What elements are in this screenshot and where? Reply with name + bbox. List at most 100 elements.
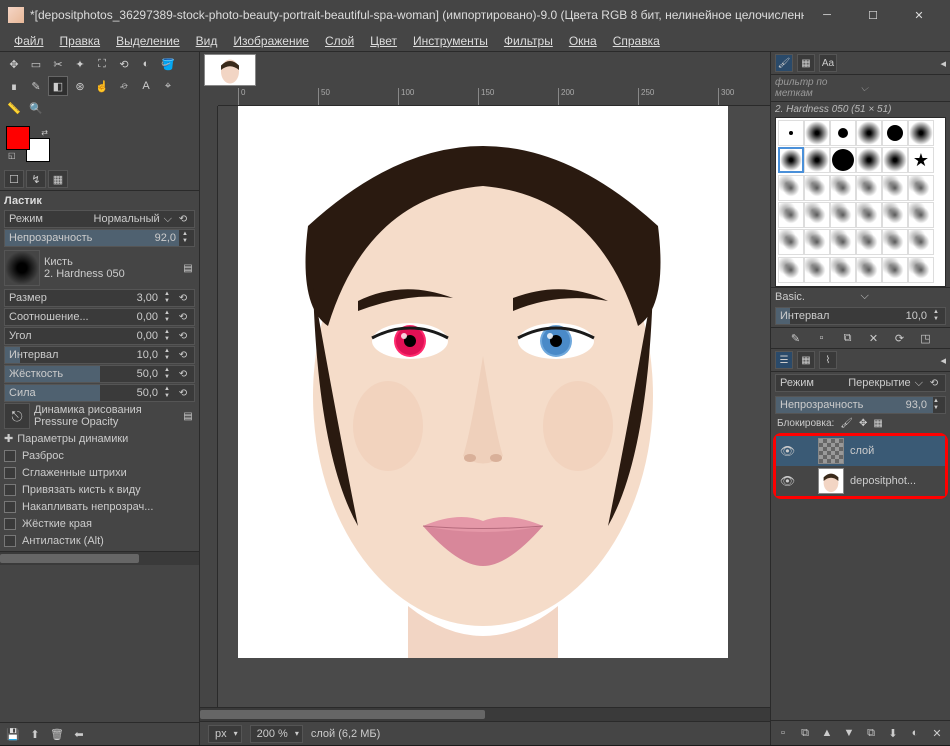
dynamics-icon[interactable]: ⎋ <box>4 403 30 429</box>
lock-alpha-icon[interactable]: ▦ <box>873 418 882 429</box>
opacity-slider[interactable]: Непрозрачность 92,0 ▲▼ <box>4 229 195 247</box>
brush-item[interactable] <box>856 147 882 173</box>
tool-fuzzy-select[interactable]: ✦ <box>70 54 90 74</box>
reset-icon[interactable]: ⟲ <box>176 214 190 225</box>
brush-item[interactable] <box>830 202 856 228</box>
tab-menu-icon[interactable]: ◂ <box>940 354 946 367</box>
spacing-slider[interactable]: Интервал 10,0 ▲▼ ⟲ <box>4 346 195 364</box>
tab-images[interactable]: ▦ <box>48 170 68 188</box>
hardness-reset-icon[interactable]: ⟲ <box>176 369 190 380</box>
brush-item-selected[interactable] <box>778 147 804 173</box>
hardness-spinner[interactable]: ▲▼ <box>162 367 172 381</box>
zoom-dropdown[interactable]: 200 % <box>250 725 303 743</box>
brush-grid[interactable] <box>775 117 946 287</box>
merge-layer-icon[interactable]: ⬇ <box>885 725 901 741</box>
menu-tools[interactable]: Инструменты <box>405 32 496 50</box>
preset-selector[interactable]: Basic. ⌵ <box>771 287 950 305</box>
mode-row[interactable]: Режим Нормальный ⌵ ⟲ <box>4 210 195 228</box>
brush-item[interactable] <box>778 175 804 201</box>
tab-menu-icon[interactable]: ◂ <box>940 57 946 70</box>
brush-item[interactable] <box>830 120 856 146</box>
eye-icon[interactable]: 👁 <box>780 444 794 458</box>
tab-layers[interactable]: ☰ <box>775 351 793 369</box>
tool-color-picker[interactable]: ⌖ <box>158 76 178 96</box>
tab-channels[interactable]: ▦ <box>797 351 815 369</box>
brush-item[interactable] <box>856 257 882 283</box>
tool-zoom[interactable]: 🔍 <box>26 98 46 118</box>
tab-fonts[interactable]: Aa <box>819 54 837 72</box>
hardness-slider[interactable]: Жёсткость 50,0 ▲▼ ⟲ <box>4 365 195 383</box>
swap-colors-icon[interactable]: ⇄ <box>41 128 48 137</box>
brush-item[interactable] <box>804 147 830 173</box>
brush-item[interactable] <box>856 175 882 201</box>
delete-layer-icon[interactable]: ✕ <box>929 725 945 741</box>
brush-edit-icon[interactable]: ▤ <box>181 263 195 274</box>
brush-item[interactable] <box>778 257 804 283</box>
brush-item[interactable] <box>856 202 882 228</box>
brush-item[interactable] <box>908 175 934 201</box>
ruler-vertical[interactable] <box>200 106 218 707</box>
refresh-brush-icon[interactable]: ⟳ <box>892 330 908 346</box>
brush-item[interactable] <box>804 202 830 228</box>
brush-item[interactable] <box>830 147 856 173</box>
image-tab[interactable] <box>204 54 256 86</box>
restore-preset-icon[interactable]: ⬆ <box>26 725 44 743</box>
brush-item[interactable] <box>804 229 830 255</box>
tool-eraser[interactable]: ◧ <box>48 76 68 96</box>
layer-thumbnail[interactable] <box>818 438 844 464</box>
tool-pencil[interactable]: ✎ <box>26 76 46 96</box>
tool-rotate[interactable]: ⟲ <box>114 54 134 74</box>
dynamics-options-expand[interactable]: ✚ Параметры динамики <box>4 430 195 447</box>
force-spinner[interactable]: ▲▼ <box>162 386 172 400</box>
brush-item[interactable] <box>908 257 934 283</box>
layer-opacity-slider[interactable]: Непрозрачность 93,0 ▲▼ <box>775 396 946 414</box>
menu-windows[interactable]: Окна <box>561 32 605 50</box>
menu-file[interactable]: Файл <box>6 32 52 50</box>
opacity-spinner[interactable]: ▲▼ <box>180 231 190 245</box>
lock-pixels-icon[interactable]: 🖌 <box>840 418 853 429</box>
delete-preset-icon[interactable]: 🗑 <box>48 725 66 743</box>
tool-paths[interactable]: ⌮ <box>114 76 134 96</box>
menu-layer[interactable]: Слой <box>317 32 362 50</box>
menu-image[interactable]: Изображение <box>225 32 317 50</box>
unit-dropdown[interactable]: px <box>208 725 242 743</box>
anti-erase-checkbox[interactable]: Антиластик (Alt) <box>4 533 195 549</box>
left-scrollbar[interactable] <box>0 551 199 565</box>
layer-row[interactable]: 👁 depositphot... <box>776 466 945 496</box>
brush-item[interactable] <box>882 175 908 201</box>
brush-item[interactable] <box>908 147 934 173</box>
spacing-spinner[interactable]: ▲▼ <box>931 309 941 323</box>
dup-layer-icon[interactable]: ⧉ <box>863 725 879 741</box>
reset-icon[interactable]: ⟲ <box>927 378 941 389</box>
eye-icon[interactable]: 👁 <box>780 474 794 488</box>
new-group-icon[interactable]: ⧉ <box>797 725 813 741</box>
raise-layer-icon[interactable]: ▲ <box>819 725 835 741</box>
tool-clone[interactable]: ⊛ <box>70 76 90 96</box>
brush-item[interactable] <box>882 229 908 255</box>
brush-item[interactable] <box>778 229 804 255</box>
dynamics-edit-icon[interactable]: ▤ <box>181 411 195 422</box>
brush-item[interactable] <box>882 120 908 146</box>
brush-item[interactable] <box>804 175 830 201</box>
brush-item[interactable] <box>830 229 856 255</box>
tool-smudge[interactable]: ☝ <box>92 76 112 96</box>
fg-color[interactable] <box>6 126 30 150</box>
minimize-button[interactable]: ─ <box>804 0 850 30</box>
canvas[interactable] <box>238 106 728 658</box>
filter-bar[interactable]: фильтр по меткам ⌵ <box>771 75 950 102</box>
brush-item[interactable] <box>882 202 908 228</box>
force-reset-icon[interactable]: ⟲ <box>176 388 190 399</box>
color-swatches[interactable]: ⇄ ◱ <box>6 126 50 162</box>
menu-select[interactable]: Выделение <box>108 32 188 50</box>
hard-edge-checkbox[interactable]: Жёсткие края <box>4 516 195 532</box>
tab-brushes[interactable]: 🖌 <box>775 54 793 72</box>
spacing-reset-icon[interactable]: ⟲ <box>176 350 190 361</box>
angle-reset-icon[interactable]: ⟲ <box>176 331 190 342</box>
ruler-horizontal[interactable]: 0 50 100 150 200 250 300 <box>218 88 770 106</box>
force-slider[interactable]: Сила 50,0 ▲▼ ⟲ <box>4 384 195 402</box>
brush-item[interactable] <box>778 120 804 146</box>
close-button[interactable]: ✕ <box>896 0 942 30</box>
new-brush-icon[interactable]: ▫ <box>814 330 830 346</box>
open-as-image-icon[interactable]: ◳ <box>918 330 934 346</box>
tool-warp[interactable]: ◐ <box>136 54 156 74</box>
